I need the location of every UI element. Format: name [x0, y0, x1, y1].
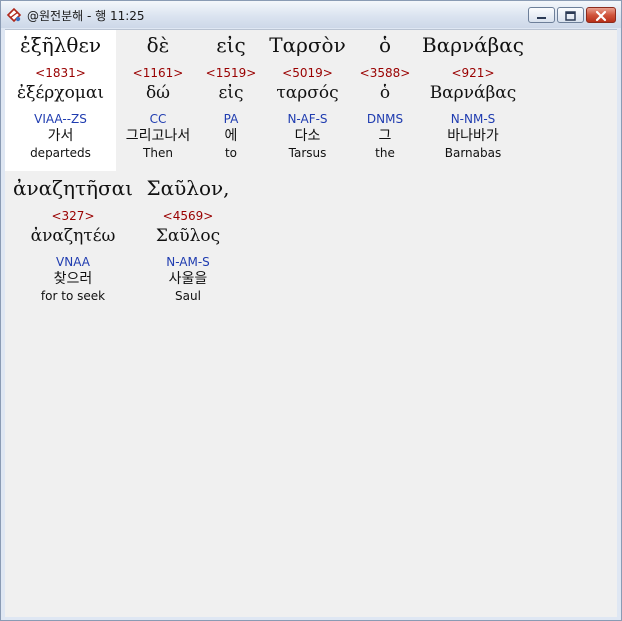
lemma: ὁ — [379, 83, 391, 103]
english-gloss: Barnabas — [444, 146, 502, 160]
lemma: δώ — [145, 83, 171, 103]
title-bar[interactable]: @원전분해 - 행 11:25 — [1, 1, 621, 28]
morph-code[interactable]: PA — [201, 111, 261, 127]
strong-number[interactable]: <327> — [5, 208, 141, 224]
lemma: ἐξέρχομαι — [16, 83, 105, 103]
maximize-button[interactable] — [557, 7, 584, 23]
korean-gloss: 그 — [378, 128, 392, 144]
greek-word: ἐξῆλθεν — [20, 33, 101, 57]
word-block[interactable]: Βαρνάβας <921> Βαρνάβας N-NM-S 바나바가 Barn… — [416, 30, 530, 161]
word-block[interactable]: ὁ <3588> ὁ DNMS 그 the — [354, 30, 416, 161]
english-gloss: Tarsus — [288, 146, 327, 160]
word-block[interactable]: ἐξῆλθεν <1831> ἐξέρχομαι VIAA--ZS 가서 dep… — [5, 30, 116, 171]
close-icon — [595, 10, 607, 22]
close-button[interactable] — [586, 7, 616, 23]
lemma: ἀναζητέω — [30, 226, 116, 246]
korean-gloss: 가서 — [47, 128, 74, 144]
korean-gloss: 에 — [224, 128, 238, 144]
strong-number[interactable]: <1831> — [5, 65, 116, 81]
morph-code[interactable]: N-NM-S — [416, 111, 530, 127]
greek-word: ἀναζητῆσαι — [12, 176, 134, 200]
strong-number[interactable]: <921> — [416, 65, 530, 81]
greek-word: Σαῦλον, — [146, 176, 230, 200]
app-window: @원전분해 - 행 11:25 ἐξῆλθεν <1831> ἐξέρχομαι… — [0, 0, 622, 621]
strong-number[interactable]: <4569> — [141, 208, 235, 224]
greek-word: Ταρσὸν — [269, 33, 346, 57]
lemma: ταρσός — [276, 83, 339, 103]
greek-word: ὁ — [378, 33, 392, 57]
lemma: Βαρνάβας — [429, 83, 517, 103]
korean-gloss: 찾으러 — [53, 271, 93, 287]
word-block[interactable]: Ταρσὸν <5019> ταρσός N-AF-S 다소 Tarsus — [261, 30, 354, 161]
english-gloss: Saul — [175, 289, 201, 303]
word-block[interactable]: Σαῦλον, <4569> Σαῦλος N-AM-S 사울을 Saul — [141, 173, 235, 304]
word-block[interactable]: εἰς <1519> εἰς PA 에 to — [201, 30, 261, 161]
morph-code[interactable]: N-AF-S — [261, 111, 354, 127]
strong-number[interactable]: <5019> — [261, 65, 354, 81]
word-block[interactable]: δὲ <1161> δώ CC 그리고나서 Then — [115, 30, 201, 161]
morph-code[interactable]: VNAA — [5, 254, 141, 270]
app-icon[interactable] — [5, 6, 23, 24]
english-gloss: to — [224, 146, 238, 160]
greek-word: δὲ — [146, 33, 170, 57]
lemma: εἰς — [218, 83, 244, 103]
korean-gloss: 다소 — [294, 128, 321, 144]
korean-gloss: 바나바가 — [447, 128, 499, 144]
korean-gloss: 그리고나서 — [125, 128, 191, 144]
morph-code[interactable]: DNMS — [354, 111, 416, 127]
strong-number[interactable]: <1161> — [115, 65, 201, 81]
english-gloss: departeds — [30, 146, 91, 160]
interlinear-panel: ἐξῆλθεν <1831> ἐξέρχομαι VIAA--ZS 가서 dep… — [5, 29, 617, 617]
lemma: Σαῦλος — [155, 226, 221, 246]
strong-number[interactable]: <1519> — [201, 65, 261, 81]
minimize-button[interactable] — [528, 7, 555, 23]
maximize-icon — [565, 11, 576, 21]
word-block[interactable]: ἀναζητῆσαι <327> ἀναζητέω VNAA 찾으러 for t… — [5, 173, 141, 304]
morph-code[interactable]: N-AM-S — [141, 254, 235, 270]
window-title: @원전분해 - 행 11:25 — [27, 9, 145, 23]
morph-code[interactable]: CC — [115, 111, 201, 127]
greek-word: Βαρνάβας — [422, 33, 524, 57]
morph-code[interactable]: VIAA--ZS — [5, 111, 116, 127]
korean-gloss: 사울을 — [168, 271, 208, 287]
minimize-icon — [537, 17, 546, 19]
english-gloss: the — [375, 146, 395, 160]
strong-number[interactable]: <3588> — [354, 65, 416, 81]
english-gloss: Then — [143, 146, 173, 160]
greek-word: εἰς — [216, 33, 246, 57]
english-gloss: for to seek — [40, 289, 106, 303]
